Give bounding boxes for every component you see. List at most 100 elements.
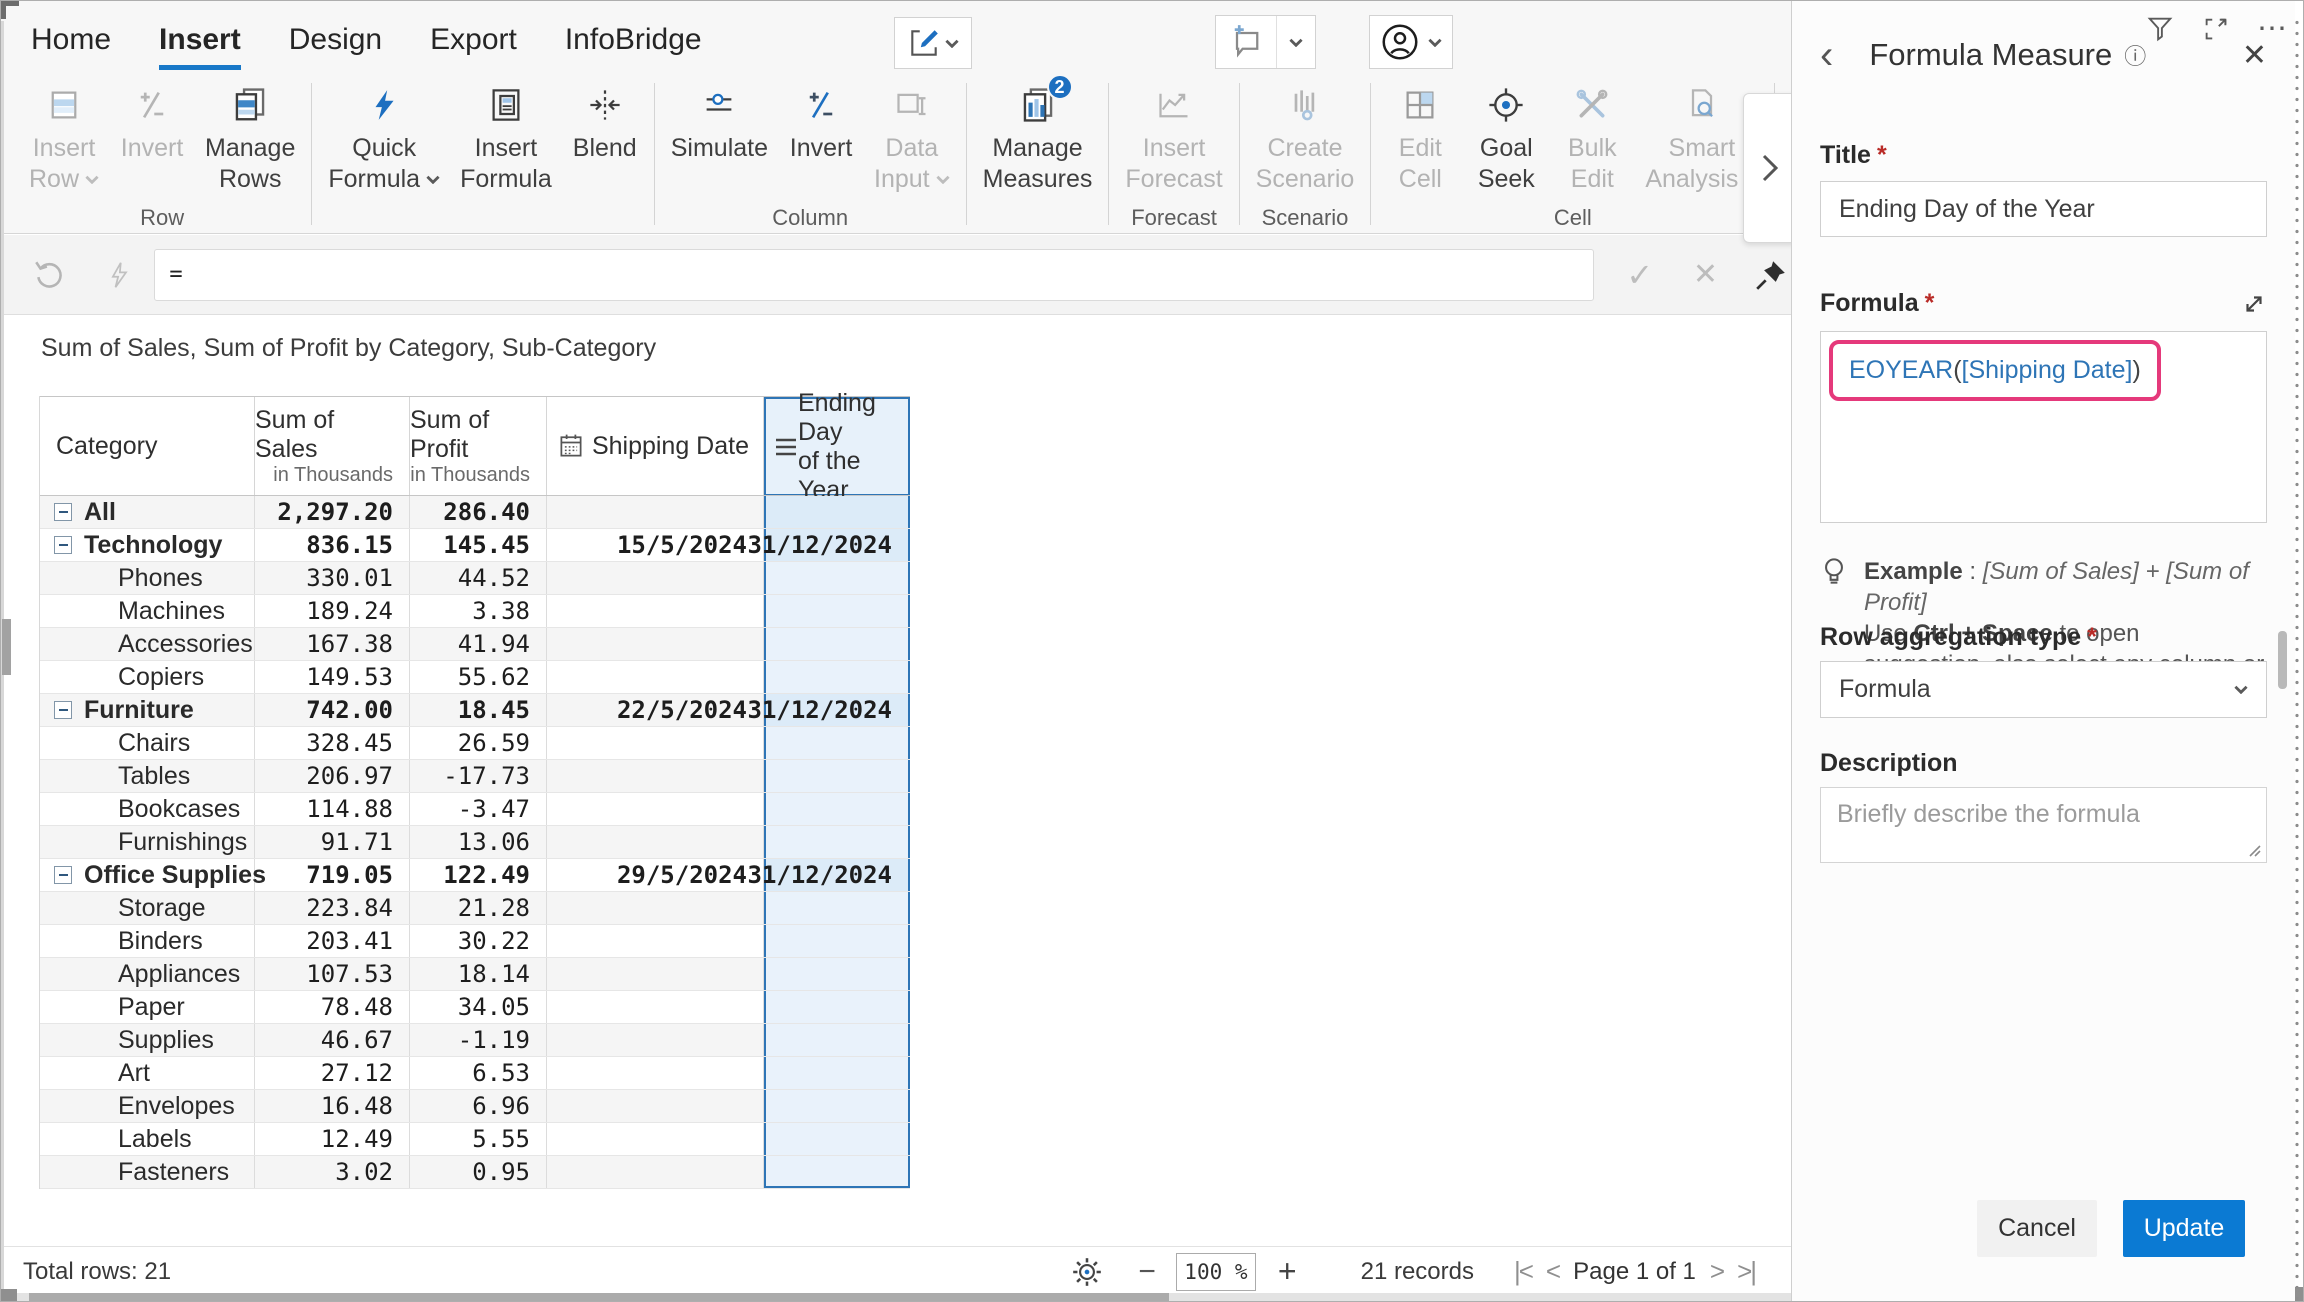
ribbon-separator [654, 83, 655, 225]
column-header-sales[interactable]: Sum of Sales in Thousands [255, 397, 410, 495]
info-icon[interactable]: ⓘ [2124, 39, 2146, 71]
account-button[interactable] [1369, 15, 1453, 69]
ribbon-group-measures: 2 Manage Measures [973, 79, 1103, 231]
data-input-icon [894, 83, 930, 127]
table-row: Paper 78.48 34.05 [40, 991, 910, 1024]
zoom-in-button[interactable]: + [1278, 1253, 1297, 1290]
description-textarea[interactable]: Briefly describe the formula [1820, 787, 2267, 863]
user-icon [1380, 22, 1420, 62]
group-label-formula [318, 205, 647, 231]
ribbon-separator [1108, 83, 1109, 225]
quick-formula-button[interactable]: Quick Formula [318, 79, 450, 199]
group-label-scenario: Scenario [1246, 205, 1365, 231]
tab-export[interactable]: Export [430, 23, 517, 70]
total-rows-label: Total rows: 21 [23, 1258, 171, 1286]
formula-editor[interactable]: EOYEAR([Shipping Date]) [1820, 331, 2267, 523]
edit-cell-button[interactable]: Edit Cell [1377, 79, 1463, 199]
settings-gear-icon[interactable] [1070, 1255, 1104, 1289]
collapse-icon[interactable] [54, 503, 72, 521]
tab-infobridge[interactable]: InfoBridge [565, 23, 702, 70]
ribbon-separator [311, 83, 312, 225]
invert-column-button[interactable]: Invert [778, 79, 864, 168]
collapse-icon[interactable] [54, 701, 72, 719]
zoom-level-input[interactable]: 100 % [1176, 1253, 1256, 1291]
cancel-formula-icon[interactable]: ✕ [1686, 257, 1726, 292]
comment-dropdown-button[interactable] [1277, 16, 1315, 68]
aggregation-select[interactable]: Formula [1820, 661, 2267, 718]
insert-row-button[interactable]: Insert Row [19, 79, 109, 199]
menu-icon [774, 436, 798, 458]
tab-home[interactable]: Home [31, 23, 111, 70]
collapse-icon[interactable] [54, 536, 72, 554]
cancel-button[interactable]: Cancel [1977, 1200, 2097, 1257]
confirm-formula-icon[interactable]: ✓ [1620, 256, 1660, 294]
left-scrollbar-thumb[interactable] [2, 619, 11, 675]
table-row: Storage 223.84 21.28 [40, 892, 910, 925]
bulk-edit-button[interactable]: Bulk Edit [1549, 79, 1635, 199]
group-label-cell: Cell [1377, 205, 1768, 231]
insert-forecast-button[interactable]: Insert Forecast [1115, 79, 1232, 199]
inforiver-visual: Home Insert Design Export InfoBridge Ins… [0, 0, 2304, 1302]
filter-icon[interactable] [2145, 14, 2175, 44]
visual-resize-corner[interactable] [1, 1, 19, 19]
more-options-icon[interactable]: ⋯ [2257, 11, 2289, 46]
data-input-button[interactable]: Data Input [864, 79, 960, 199]
collapse-icon[interactable] [54, 866, 72, 884]
next-page-button[interactable]: > [1710, 1256, 1723, 1287]
formula-measure-panel: ‹ Formula Measure ⓘ ✕ Title* Formula* EO… [1791, 1, 2295, 1302]
resize-handle-icon[interactable] [2244, 840, 2262, 858]
back-chevron-icon[interactable]: ‹ [1820, 35, 1833, 75]
column-header-shipping-date[interactable]: Shipping Date [547, 397, 764, 495]
view-title: Sum of Sales, Sum of Profit by Category,… [41, 334, 656, 363]
table-row: Art 27.12 6.53 [40, 1057, 910, 1090]
table-row: Machines 189.24 3.38 [40, 595, 910, 628]
simulate-button[interactable]: Simulate [661, 79, 778, 168]
previous-page-button[interactable]: < [1546, 1256, 1559, 1287]
column-header-ending-day[interactable]: Ending Dayof the Year [764, 397, 910, 495]
edit-pencil-icon [907, 26, 941, 60]
column-header-profit[interactable]: Sum of Profit in Thousands [410, 397, 547, 495]
table-row: Chairs 328.45 26.59 [40, 727, 910, 760]
create-scenario-button[interactable]: Create Scenario [1246, 79, 1365, 199]
last-page-button[interactable]: >| [1737, 1256, 1755, 1287]
focus-mode-icon[interactable] [2201, 14, 2231, 44]
table-row: Copiers 149.53 55.62 [40, 661, 910, 694]
formula-input[interactable] [154, 249, 1594, 301]
flash-fill-icon[interactable] [97, 259, 141, 291]
horizontal-scrollbar-thumb[interactable] [29, 1293, 1169, 1301]
panel-collapse-button[interactable] [1743, 93, 1797, 243]
table-row: Envelopes 16.48 6.96 [40, 1090, 910, 1123]
tab-insert[interactable]: Insert [159, 23, 241, 70]
goal-seek-button[interactable]: Goal Seek [1463, 79, 1549, 199]
measure-title-input[interactable] [1820, 181, 2267, 237]
add-comment-button[interactable] [1216, 16, 1276, 68]
table-row: Technology 836.15 145.45 15/5/2024 31/12… [40, 529, 910, 562]
panel-scrollbar-thumb[interactable] [2278, 631, 2287, 689]
status-bar: Total rows: 21 − 100 % + 21 records |< <… [1, 1246, 1791, 1296]
panel-title: Formula Measure [1869, 37, 2112, 73]
pin-icon[interactable] [1751, 258, 1791, 292]
tab-design[interactable]: Design [289, 23, 382, 70]
update-button[interactable]: Update [2123, 1200, 2245, 1257]
bottom-left-handle[interactable] [1, 1289, 17, 1301]
insert-formula-button[interactable]: Insert Formula [450, 79, 562, 199]
formula-highlight-box: EOYEAR([Shipping Date]) [1829, 340, 2161, 401]
expand-formula-icon[interactable] [2241, 291, 2267, 317]
manage-measures-button[interactable]: 2 Manage Measures [973, 79, 1103, 199]
ribbon-separator [1239, 83, 1240, 225]
records-count: 21 records [1361, 1258, 1474, 1286]
invert-row-button[interactable]: Invert [109, 79, 195, 168]
zoom-out-button[interactable]: − [1138, 1255, 1156, 1289]
table-row: Accessories 167.38 41.94 [40, 628, 910, 661]
undo-icon[interactable] [27, 258, 71, 292]
column-header-category[interactable]: Category [40, 397, 255, 495]
first-page-button[interactable]: |< [1514, 1256, 1532, 1287]
smart-analysis-icon [1684, 83, 1720, 127]
ribbon-tabs: Home Insert Design Export InfoBridge [31, 23, 702, 70]
manage-rows-button[interactable]: Manage Rows [195, 79, 305, 199]
quick-formula-icon [367, 83, 401, 127]
edit-mode-button[interactable] [894, 17, 972, 69]
ribbon-groups: Insert Row Invert Manage [19, 79, 1791, 231]
blend-button[interactable]: Blend [562, 79, 648, 168]
table-row: Tables 206.97 -17.73 [40, 760, 910, 793]
